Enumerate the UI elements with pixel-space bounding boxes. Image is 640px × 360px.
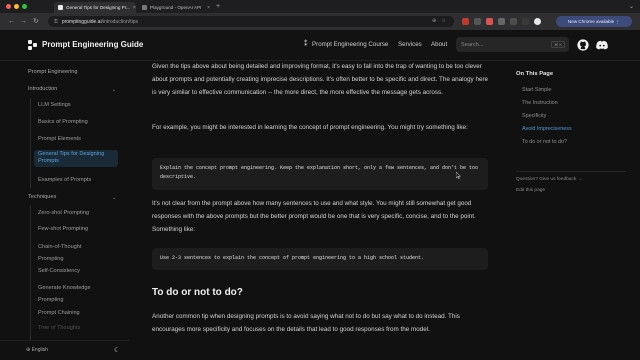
sidebar-tree-line [30, 98, 31, 188]
sidebar-tree-line [30, 206, 31, 346]
close-tab-icon[interactable]: × [207, 5, 210, 11]
main-content: Given the tips above about being detaile… [130, 61, 500, 360]
code-block-prompt-1: Explain the concept prompt engineering. … [152, 158, 488, 190]
search-box[interactable]: ⌘ K [456, 37, 569, 52]
browser-tab[interactable]: Playground - OpenAI API × [138, 2, 214, 13]
new-chrome-available-button[interactable]: New Chrome available ⋮ [556, 16, 632, 27]
nav-link-services[interactable]: Services [398, 41, 422, 48]
close-tab-icon[interactable]: × [133, 5, 136, 11]
mouse-cursor-icon [456, 172, 461, 179]
browser-tab-active[interactable]: General Tips for Designing Pr... × [54, 2, 136, 13]
globe-icon: ⊕ [26, 347, 31, 353]
paragraph-to-do-or-not: Another common tip when designing prompt… [152, 313, 460, 333]
omnibox-actions-icon[interactable]: ⊕ ☆ [432, 18, 448, 24]
discord-icon[interactable] [596, 39, 608, 51]
browser-toolbar: ← → ↻ ⚿ promptingguide.ai /introduction/… [0, 13, 640, 30]
extension-red-icon[interactable] [462, 18, 469, 25]
search-shortcut-badge: ⌘ K [551, 41, 565, 48]
language-label: English [31, 347, 48, 353]
paragraph-example-intro: For example, you might be interested in … [152, 124, 468, 131]
sidebar-item-chain-of-thought[interactable]: Chain-of-Thought Prompting [38, 242, 108, 265]
nav-link-course[interactable]: Prompt Engineering Course [312, 41, 388, 48]
browser-tab-strip: General Tips for Designing Pr... × Playg… [0, 0, 640, 13]
chevron-down-icon[interactable]: ⌄ [112, 195, 116, 201]
toc-title: On This Page [516, 71, 554, 77]
logo-icon[interactable] [28, 40, 38, 50]
sidebar-item-few-shot[interactable]: Few-shot Prompting [38, 226, 88, 233]
sidebar-item-examples-of-prompts[interactable]: Examples of Prompts [38, 177, 91, 184]
minimize-window-button[interactable] [14, 4, 19, 9]
toc-item-avoid-impreciseness[interactable]: Avoid Impreciseness [522, 126, 572, 132]
table-of-contents: On This Page Start Simple The Instructio… [500, 61, 640, 360]
toc-item-the-instruction[interactable]: The Instruction [522, 100, 558, 106]
tab-title: Playground - OpenAI API [150, 5, 202, 10]
edit-page-link[interactable]: Edit this page [516, 188, 545, 193]
extension-pink-icon[interactable] [486, 18, 493, 25]
new-chrome-label: New Chrome available [567, 19, 615, 24]
course-icon: ⁑ [304, 41, 308, 48]
sidebar-toggle-icon[interactable] [522, 18, 529, 25]
sidebar-item-self-consistency[interactable]: Self-Consistency [38, 268, 80, 275]
close-window-button[interactable] [6, 4, 11, 9]
maximize-window-button[interactable] [22, 4, 27, 9]
sidebar-section-techniques[interactable]: Techniques [28, 194, 56, 201]
toc-divider [516, 171, 626, 172]
sidebar-section-introduction[interactable]: Introduction [28, 86, 57, 93]
github-icon[interactable] [577, 39, 589, 51]
toc-item-specificity[interactable]: Specificity [522, 113, 546, 119]
sidebar-item-general-tips[interactable]: General Tips for Designing Prompts [34, 150, 118, 167]
sidebar-item-prompt-chaining[interactable]: Prompt Chaining [38, 310, 80, 317]
lock-icon: ⚿ [54, 18, 58, 25]
site-favicon-icon [58, 5, 63, 10]
site-title[interactable]: Prompt Engineering Guide [42, 40, 143, 49]
sidebar-item-prompt-engineering[interactable]: Prompt Engineering [28, 69, 77, 76]
toc-item-to-do-or-not[interactable]: To do or not to do? [522, 139, 567, 145]
nav-link-about[interactable]: About [431, 41, 447, 48]
reload-icon[interactable]: ↻ [33, 17, 39, 26]
url-path: /introduction/tips [101, 18, 138, 25]
sidebar-footer: ⊕ English ☾ [0, 340, 130, 360]
profile-avatar-icon[interactable] [534, 18, 541, 25]
url-domain: promptingguide.ai [61, 18, 102, 25]
forward-arrow-icon[interactable]: → [20, 17, 27, 26]
address-bar[interactable]: ⚿ promptingguide.ai /introduction/tips ⊕… [48, 16, 454, 27]
sidebar: Prompt Engineering Introduction ⌄ LLM Se… [0, 61, 130, 360]
code-block-prompt-2: Use 2-3 sentences to explain the concept… [152, 248, 488, 270]
theme-toggle-moon-icon[interactable]: ☾ [114, 346, 120, 354]
site-header: Prompt Engineering Guide ⁑ Prompt Engine… [0, 30, 640, 61]
language-switcher[interactable]: ⊕ English [26, 347, 48, 353]
sidebar-item-prompt-elements[interactable]: Prompt Elements [38, 136, 81, 143]
sidebar-item-basics-of-prompting[interactable]: Basics of Prompting [38, 119, 88, 126]
search-input[interactable] [456, 37, 546, 52]
extensions-puzzle-icon[interactable] [510, 18, 517, 25]
new-tab-icon[interactable]: + [216, 3, 220, 11]
feedback-link[interactable]: Question? Give us feedback → [516, 177, 582, 182]
sidebar-item-zero-shot[interactable]: Zero-shot Prompting [38, 210, 89, 217]
sidebar-item-llm-settings[interactable]: LLM Settings [38, 102, 71, 109]
paragraph-clarity: It's not clear from the prompt above how… [152, 200, 476, 233]
back-arrow-icon[interactable]: ← [8, 17, 15, 26]
extension-icon[interactable] [498, 18, 505, 25]
tab-search-chevron-icon[interactable]: ⌄ [629, 3, 634, 10]
sidebar-item-tree-of-thoughts[interactable]: Tree of Thoughts [38, 325, 80, 332]
extension-icon[interactable] [474, 18, 481, 25]
chevron-down-icon[interactable]: ⌄ [112, 87, 116, 93]
tab-title: General Tips for Designing Pr... [66, 5, 130, 10]
sidebar-item-generate-knowledge[interactable]: Generate Knowledge Prompting [38, 283, 110, 306]
paragraph-specificity: Given the tips above about being detaile… [152, 63, 489, 96]
toc-item-start-simple[interactable]: Start Simple [522, 87, 551, 93]
openai-favicon-icon [142, 5, 147, 10]
section-heading-to-do-or-not: To do or not to do? [152, 287, 243, 298]
